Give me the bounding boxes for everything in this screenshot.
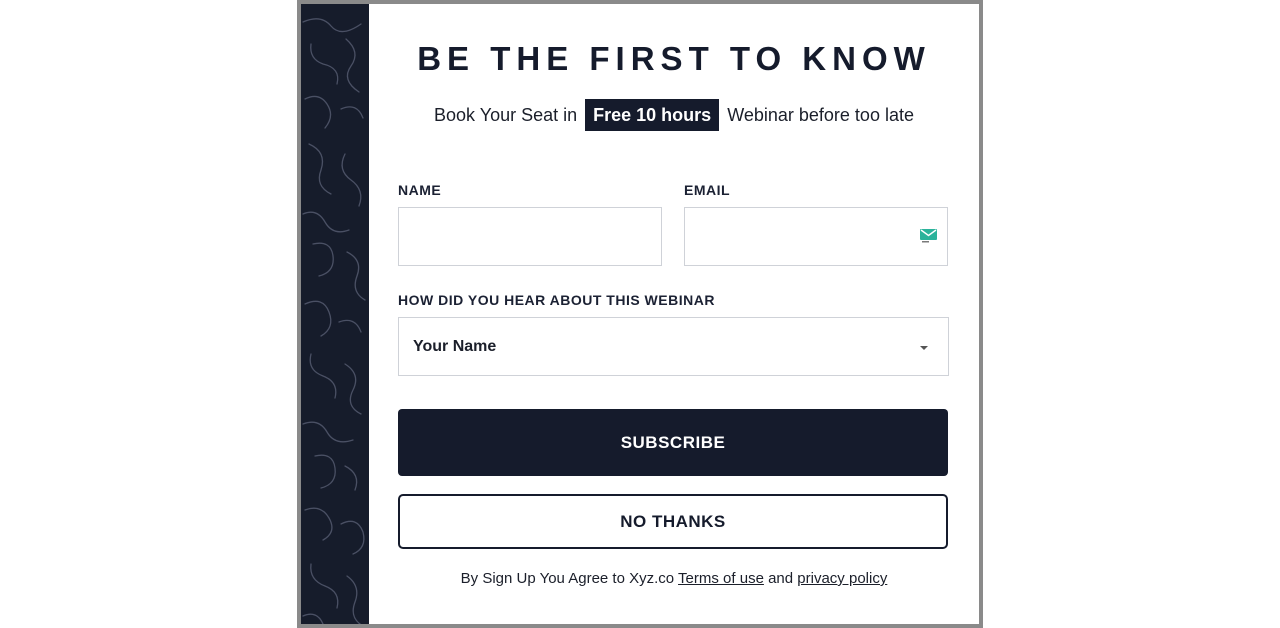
chevron-down-icon	[920, 346, 928, 350]
terms-link[interactable]: Terms of use	[678, 570, 764, 587]
squiggle-pattern	[302, 18, 366, 624]
privacy-link[interactable]: privacy policy	[797, 570, 887, 587]
subtitle-text-after: Webinar before too late	[727, 105, 914, 125]
source-select[interactable]: Your Name	[398, 317, 949, 376]
decorative-side-panel	[301, 4, 369, 624]
email-label: EMAIL	[684, 182, 731, 198]
subscribe-button[interactable]: SUBSCRIBE	[398, 409, 948, 476]
name-input[interactable]	[398, 207, 662, 266]
envelope-icon	[920, 229, 937, 243]
modal-title: BE THE FIRST TO KNOW	[417, 40, 931, 77]
source-select-value: Your Name	[413, 338, 497, 355]
subscribe-modal: BE THE FIRST TO KNOW Book Your Seat in Fr…	[297, 0, 983, 628]
no-thanks-button[interactable]: NO THANKS	[398, 494, 948, 549]
source-label: HOW DID YOU HEAR ABOUT THIS WEBINAR	[398, 292, 715, 308]
modal-subtitle: Book Your Seat in Free 10 hours Webinar be…	[369, 99, 979, 131]
modal-content: BE THE FIRST TO KNOW Book Your Seat in Fr…	[369, 4, 979, 624]
subtitle-highlight-badge: Free 10 hours	[585, 99, 720, 131]
footer-text: By Sign Up You Agree to Xyz.co	[460, 570, 675, 587]
terms-footer: By Sign Up You Agree to Xyz.co Terms of …	[369, 570, 979, 587]
subtitle-text-before: Book Your Seat in	[434, 105, 578, 125]
email-input[interactable]	[684, 207, 948, 266]
name-label: NAME	[398, 182, 442, 198]
footer-and: and	[768, 570, 794, 587]
